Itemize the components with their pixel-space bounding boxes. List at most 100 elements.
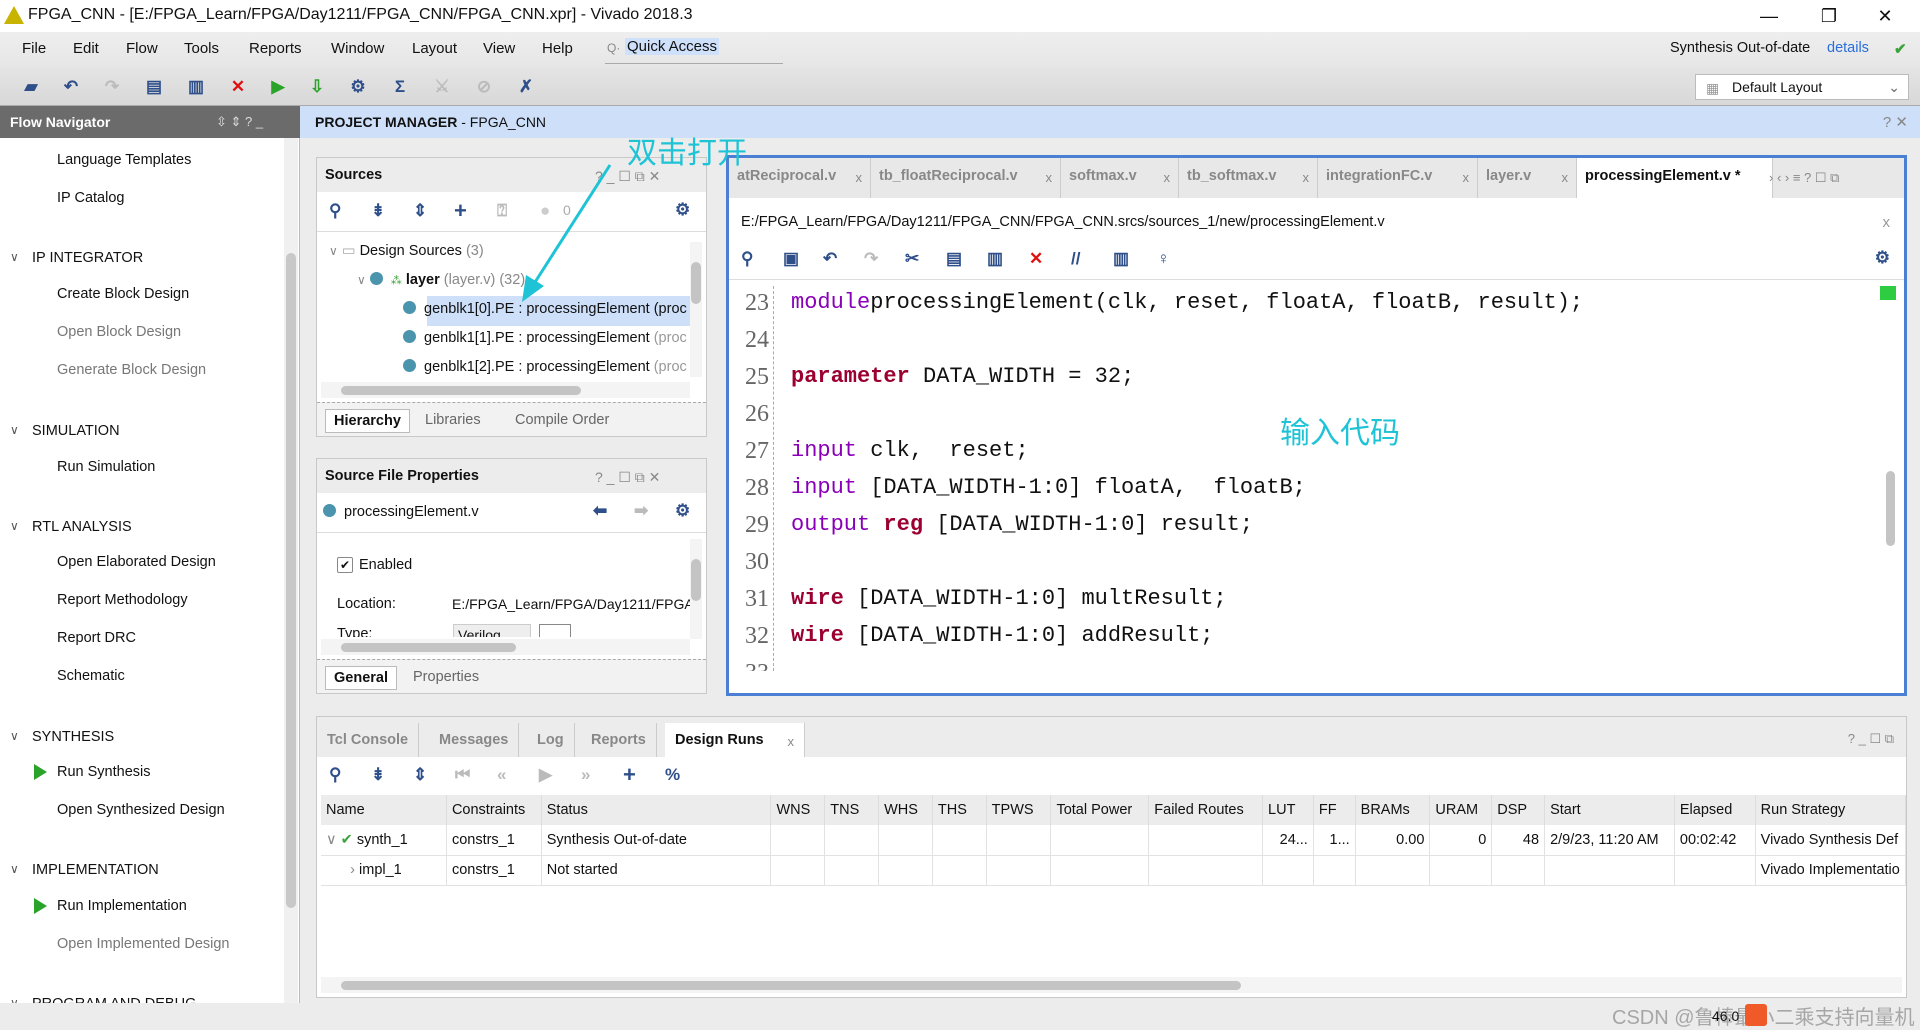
flow-nav-create-block-design[interactable]: Create Block Design bbox=[57, 286, 189, 302]
tab-floatReciprocal[interactable]: atReciprocal.v x bbox=[729, 158, 871, 198]
tab-compile-order[interactable]: Compile Order bbox=[507, 409, 617, 433]
horizontal-scrollbar[interactable] bbox=[321, 382, 690, 398]
close-tab-icon[interactable]: x bbox=[788, 734, 795, 749]
back-arrow-icon[interactable]: ⬅ bbox=[593, 501, 607, 521]
tab-libraries[interactable]: Libraries bbox=[417, 409, 489, 433]
comment-icon[interactable]: // bbox=[1071, 249, 1080, 269]
tab-processingElement[interactable]: processingElement.v * bbox=[1577, 158, 1773, 198]
chevron-down-icon[interactable]: ∨ bbox=[326, 832, 341, 848]
chevron-right-icon[interactable]: › bbox=[326, 862, 359, 878]
menu-file[interactable]: File bbox=[22, 40, 46, 57]
tab-hierarchy[interactable]: Hierarchy bbox=[325, 409, 410, 433]
open-folder-icon[interactable]: ▰ bbox=[19, 76, 43, 98]
close-path-icon[interactable]: x bbox=[1883, 214, 1891, 231]
panel-controls-icon[interactable]: ? _ ☐ ⧉ ✕ bbox=[595, 469, 660, 486]
column-header[interactable]: THS bbox=[932, 795, 987, 825]
menu-tools[interactable]: Tools bbox=[184, 40, 219, 57]
collapse-all-icon[interactable]: ⇟ bbox=[371, 201, 385, 221]
scroll-thumb[interactable] bbox=[1886, 471, 1895, 546]
menu-edit[interactable]: Edit bbox=[73, 40, 99, 57]
flow-nav-simulation[interactable]: SIMULATION bbox=[10, 423, 119, 439]
menu-help[interactable]: Help bbox=[542, 40, 573, 57]
flow-nav-language-templates[interactable]: Language Templates bbox=[57, 152, 191, 168]
menu-window[interactable]: Window bbox=[331, 40, 384, 57]
column-header[interactable]: TNS bbox=[824, 795, 880, 825]
tree-item-pe1[interactable]: genblk1[1].PE : processingElement (proc bbox=[403, 330, 695, 346]
horizontal-scrollbar[interactable] bbox=[321, 639, 690, 655]
run-icon[interactable]: ▶ bbox=[266, 76, 290, 98]
horizontal-scrollbar[interactable] bbox=[321, 977, 1902, 993]
search-icon[interactable]: ⚲ bbox=[329, 765, 341, 785]
delete-icon[interactable]: ✕ bbox=[1029, 249, 1043, 269]
close-tab-icon[interactable]: x bbox=[1046, 170, 1053, 185]
close-tab-icon[interactable]: x bbox=[856, 170, 863, 185]
tab-design-runs[interactable]: Design Runs x bbox=[665, 723, 805, 757]
flow-nav-report-drc[interactable]: Report DRC bbox=[57, 630, 136, 646]
debug-icon[interactable]: ⚔ bbox=[430, 76, 454, 98]
generate-bitstream-icon[interactable]: ⇩ bbox=[305, 76, 329, 98]
tab-tb-softmax[interactable]: tb_softmax.v x bbox=[1179, 158, 1318, 198]
menu-view[interactable]: View bbox=[483, 40, 515, 57]
sigma-icon[interactable]: Σ bbox=[388, 76, 412, 98]
gear-icon[interactable]: ⚙ bbox=[1875, 248, 1890, 268]
menu-reports[interactable]: Reports bbox=[249, 40, 302, 57]
redo-icon[interactable]: ↷ bbox=[864, 249, 878, 269]
percent-icon[interactable]: % bbox=[665, 765, 680, 785]
column-header[interactable]: Failed Routes bbox=[1148, 795, 1264, 825]
vertical-scrollbar[interactable] bbox=[690, 242, 702, 377]
scroll-thumb[interactable] bbox=[286, 253, 296, 908]
column-header[interactable]: Status bbox=[541, 795, 772, 825]
tab-reports[interactable]: Reports bbox=[581, 723, 657, 757]
tab-layer[interactable]: layer.v x bbox=[1478, 158, 1577, 198]
enabled-checkbox[interactable]: ✔ Enabled bbox=[337, 557, 412, 573]
flow-nav-ip-catalog[interactable]: IP Catalog bbox=[57, 190, 124, 206]
copy-icon[interactable]: ▤ bbox=[142, 76, 166, 98]
forward-arrow-icon[interactable]: ➡ bbox=[634, 501, 648, 521]
restore-button[interactable]: ❐ bbox=[1806, 2, 1852, 30]
panel-controls-icon[interactable]: ? _ ☐ ⧉ bbox=[1848, 731, 1894, 747]
probe-icon[interactable]: ⊘ bbox=[472, 76, 496, 98]
tree-design-sources[interactable]: ∨ ▭ Design Sources (3) bbox=[329, 243, 484, 259]
flow-nav-generate-block-design[interactable]: Generate Block Design bbox=[57, 362, 206, 378]
flow-nav-open-elaborated-design[interactable]: Open Elaborated Design bbox=[57, 554, 216, 570]
tab-tcl-console[interactable]: Tcl Console bbox=[317, 723, 420, 757]
next-icon[interactable]: » bbox=[581, 765, 590, 785]
menu-layout[interactable]: Layout bbox=[412, 40, 457, 57]
flow-nav-schematic[interactable]: Schematic bbox=[57, 668, 125, 684]
column-header[interactable]: TPWS bbox=[986, 795, 1052, 825]
undo-icon[interactable]: ↶ bbox=[59, 76, 83, 98]
column-header[interactable]: DSP bbox=[1491, 795, 1546, 825]
play-icon[interactable]: ▶ bbox=[539, 765, 552, 785]
column-header[interactable]: Constraints bbox=[446, 795, 542, 825]
column-header[interactable]: Elapsed bbox=[1674, 795, 1756, 825]
lightbulb-icon[interactable]: ♀ bbox=[1157, 249, 1170, 269]
type-value[interactable]: Verilog bbox=[453, 624, 531, 637]
scroll-thumb[interactable] bbox=[691, 559, 701, 601]
expand-all-icon[interactable]: ⇕ bbox=[413, 765, 427, 785]
search-icon[interactable]: ⚲ bbox=[741, 249, 753, 269]
flow-nav-open-synthesized-design[interactable]: Open Synthesized Design bbox=[57, 802, 225, 818]
flow-nav-run-simulation[interactable]: Run Simulation bbox=[57, 459, 155, 475]
flow-nav-rtl-analysis[interactable]: RTL ANALYSIS bbox=[10, 519, 132, 535]
flow-nav-synthesis[interactable]: SYNTHESIS bbox=[10, 729, 114, 745]
tab-log[interactable]: Log bbox=[527, 723, 575, 757]
column-header[interactable]: URAM bbox=[1429, 795, 1493, 825]
scroll-thumb[interactable] bbox=[341, 643, 516, 652]
undo-icon[interactable]: ↶ bbox=[823, 249, 837, 269]
tab-properties[interactable]: Properties bbox=[405, 666, 487, 690]
minimize-button[interactable]: — bbox=[1746, 2, 1792, 30]
flow-nav-open-implemented-design[interactable]: Open Implemented Design bbox=[57, 936, 230, 952]
column-header[interactable]: Start bbox=[1544, 795, 1675, 825]
expand-all-icon[interactable]: ⇕ bbox=[413, 201, 427, 221]
gear-icon[interactable]: ⚙ bbox=[675, 501, 690, 521]
column-header[interactable]: WNS bbox=[770, 795, 826, 825]
tray-app-icon[interactable] bbox=[1745, 1004, 1767, 1026]
tab-softmax[interactable]: softmax.v x bbox=[1061, 158, 1179, 198]
flow-navigator-scrollbar[interactable] bbox=[284, 138, 298, 1003]
previous-icon[interactable]: « bbox=[497, 765, 506, 785]
tools-icon[interactable]: ✗ bbox=[514, 76, 538, 98]
settings-icon[interactable]: ⚙ bbox=[346, 76, 370, 98]
column-header[interactable]: Total Power bbox=[1050, 795, 1150, 825]
search-icon[interactable]: ⚲ bbox=[329, 201, 341, 221]
scroll-thumb[interactable] bbox=[341, 981, 1241, 990]
